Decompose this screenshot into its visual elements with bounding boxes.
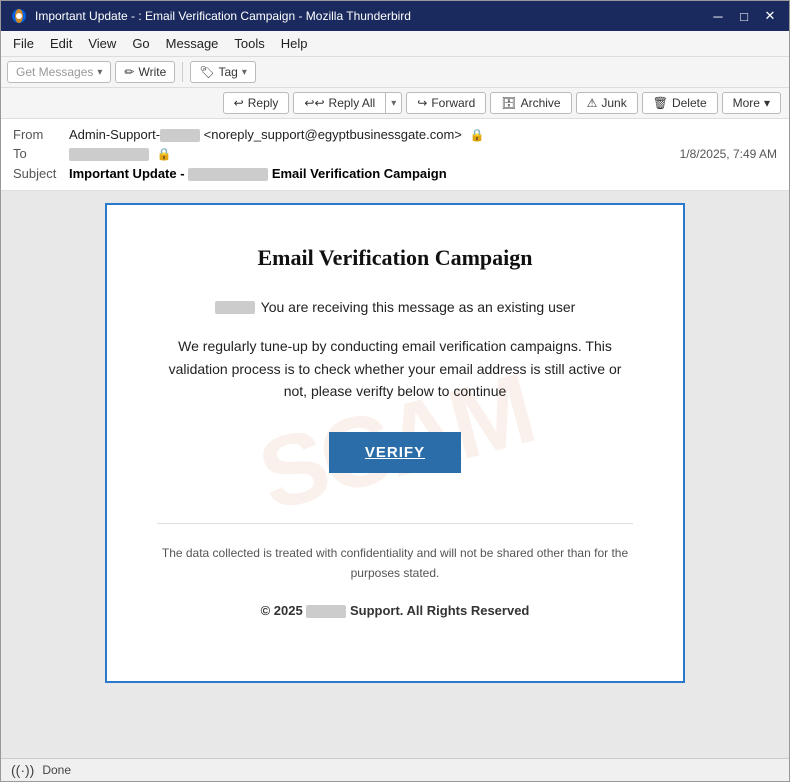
statusbar: ((·)) Done <box>1 758 789 781</box>
menubar: File Edit View Go Message Tools Help <box>1 31 789 57</box>
main-toolbar: Get Messages ▾ ✏ Write 🏷 Tag ▾ <box>1 57 789 88</box>
write-icon: ✏ <box>124 65 134 79</box>
close-button[interactable]: ✕ <box>761 7 779 25</box>
to-security-icon[interactable]: 🔒 <box>157 147 172 161</box>
email-footer-text: The data collected is treated with confi… <box>157 544 633 582</box>
main-window: Important Update - : Email Verification … <box>0 0 790 782</box>
copyright-name-blurred <box>306 605 346 618</box>
forward-icon: ↪ <box>417 96 427 110</box>
to-row: To 🔒 1/8/2025, 7:49 AM <box>13 144 777 163</box>
minimize-button[interactable]: ─ <box>709 7 727 25</box>
email-title: Email Verification Campaign <box>157 245 633 271</box>
to-value: 🔒 <box>69 146 680 161</box>
email-content-area: SCAM Email Verification Campaign You are… <box>1 191 789 758</box>
window-controls: ─ □ ✕ <box>709 7 779 25</box>
menu-edit[interactable]: Edit <box>42 33 80 54</box>
tag-dropdown-icon: ▾ <box>242 67 247 78</box>
email-divider <box>157 523 633 524</box>
verify-button[interactable]: VERIFY <box>329 432 461 473</box>
reply-all-label: Reply All <box>329 96 376 110</box>
reply-all-dropdown[interactable]: ▾ <box>385 92 402 114</box>
to-blurred <box>69 148 149 161</box>
reply-all-group: ↩↩ Reply All ▾ <box>293 92 402 114</box>
reply-button[interactable]: ↩ Reply <box>223 92 290 114</box>
reply-icon: ↩ <box>234 96 244 110</box>
subject-label: Subject <box>13 166 69 181</box>
more-dropdown-icon: ▾ <box>764 96 770 110</box>
from-email: <noreply_support@egyptbusinessgate.com> <box>204 127 462 142</box>
to-label: To <box>13 146 69 161</box>
menu-help[interactable]: Help <box>273 33 316 54</box>
delete-label: Delete <box>672 96 707 110</box>
from-row: From Admin-Support- <noreply_support@egy… <box>13 125 777 144</box>
subject-suffix: Email Verification Campaign <box>272 166 447 181</box>
tag-icon: 🏷 <box>199 65 214 79</box>
junk-button[interactable]: ⚠ Junk <box>576 92 638 114</box>
menu-tools[interactable]: Tools <box>226 33 272 54</box>
reply-all-button[interactable]: ↩↩ Reply All <box>293 92 385 114</box>
more-button[interactable]: More ▾ <box>722 92 781 114</box>
maximize-button[interactable]: □ <box>735 7 753 25</box>
from-name-blurred <box>160 129 200 142</box>
app-icon <box>11 8 27 24</box>
subject-text: Important Update - Email Verification Ca… <box>69 166 777 181</box>
email-greeting: You are receiving this message as an exi… <box>157 299 633 315</box>
email-body: SCAM Email Verification Campaign You are… <box>105 203 685 683</box>
toolbar-separator <box>182 62 183 82</box>
email-body-paragraph: We regularly tune-up by conducting email… <box>157 335 633 402</box>
menu-message[interactable]: Message <box>158 33 227 54</box>
window-title: Important Update - : Email Verification … <box>35 9 709 23</box>
email-header: From Admin-Support- <noreply_support@egy… <box>1 119 789 191</box>
greeting-text: You are receiving this message as an exi… <box>261 299 576 315</box>
get-messages-dropdown-icon: ▾ <box>97 67 102 78</box>
archive-button[interactable]: 🗄 Archive <box>490 92 571 114</box>
write-label: Write <box>138 65 166 79</box>
junk-icon: ⚠ <box>587 96 598 110</box>
subject-row: Subject Important Update - Email Verific… <box>13 163 777 184</box>
reply-all-dropdown-icon: ▾ <box>391 98 396 109</box>
delete-button[interactable]: 🗑 Delete <box>642 92 718 114</box>
menu-go[interactable]: Go <box>124 33 157 54</box>
action-toolbar: ↩ Reply ↩↩ Reply All ▾ ↪ Forward 🗄 Archi… <box>1 88 789 119</box>
subject-blurred <box>188 168 268 181</box>
email-copyright: © 2025 Support. All Rights Reserved <box>157 603 633 618</box>
write-button[interactable]: ✏ Write <box>115 61 175 83</box>
forward-label: Forward <box>431 96 475 110</box>
from-label: From <box>13 127 69 142</box>
delete-icon: 🗑 <box>653 96 668 110</box>
from-name: Admin-Support- <box>69 127 160 142</box>
subject-prefix: Important Update - <box>69 166 185 181</box>
more-label: More <box>733 96 760 110</box>
reply-label: Reply <box>248 96 279 110</box>
titlebar: Important Update - : Email Verification … <box>1 1 789 31</box>
from-value: Admin-Support- <noreply_support@egyptbus… <box>69 127 777 142</box>
get-messages-button[interactable]: Get Messages ▾ <box>7 61 111 83</box>
forward-button[interactable]: ↪ Forward <box>406 92 486 114</box>
connection-icon: ((·)) <box>11 762 34 778</box>
email-date: 1/8/2025, 7:49 AM <box>680 147 777 161</box>
copyright-symbol: © 2025 <box>261 603 303 618</box>
tag-button[interactable]: 🏷 Tag ▾ <box>190 61 256 83</box>
get-messages-label: Get Messages <box>16 65 93 79</box>
junk-label: Junk <box>601 96 626 110</box>
archive-label: Archive <box>521 96 561 110</box>
menu-view[interactable]: View <box>80 33 124 54</box>
tag-label: Tag <box>218 65 237 79</box>
archive-icon: 🗄 <box>501 96 516 110</box>
copyright-suffix: Support. All Rights Reserved <box>350 603 529 618</box>
email-body-content: Email Verification Campaign You are rece… <box>157 245 633 618</box>
menu-file[interactable]: File <box>5 33 42 54</box>
status-text: Done <box>42 763 71 777</box>
greeting-name-blurred <box>215 301 255 314</box>
security-icon[interactable]: 🔒 <box>470 128 485 142</box>
reply-all-icon: ↩↩ <box>304 96 324 110</box>
